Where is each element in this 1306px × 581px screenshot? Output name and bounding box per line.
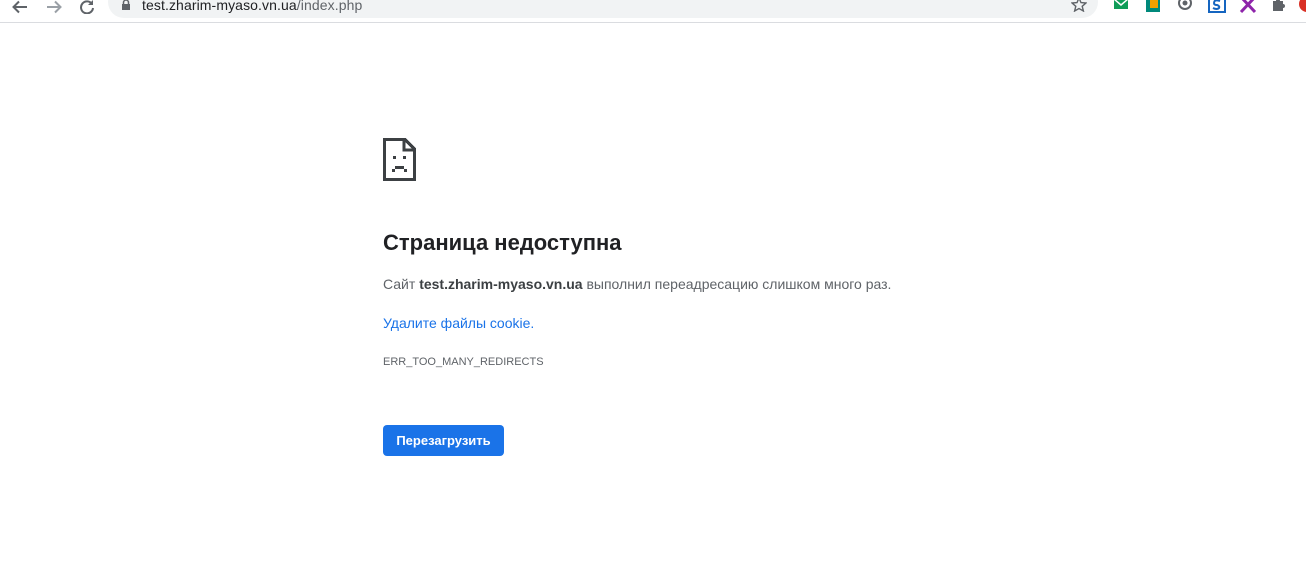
error-summary: Сайт test.zharim-myaso.vn.ua выполнил пе…	[383, 276, 891, 292]
forward-arrow-icon	[47, 0, 62, 14]
summary-suffix: выполнил переадресацию слишком много раз…	[582, 276, 892, 292]
error-title: Страница недоступна	[383, 230, 622, 255]
lock-icon[interactable]	[121, 0, 131, 11]
url-path: /index.php	[296, 0, 363, 13]
url-host: test.zharim-myaso.vn.ua	[142, 0, 297, 13]
reload-icon	[80, 0, 94, 14]
puzzle-icon[interactable]	[1270, 0, 1288, 14]
browser-toolbar: test.zharim-myaso.vn.ua/index.php	[0, 0, 1306, 23]
reload-button[interactable]: Перезагрузить	[383, 425, 504, 456]
star-icon[interactable]	[1071, 0, 1087, 12]
summary-prefix: Сайт	[383, 276, 420, 292]
back-arrow-icon	[12, 0, 27, 14]
back-button[interactable]	[8, 0, 32, 14]
s-extension-icon[interactable]	[1208, 0, 1226, 14]
forward-button[interactable]	[42, 0, 66, 14]
summary-host: test.zharim-myaso.vn.ua	[419, 276, 583, 292]
mail-extension-icon[interactable]	[1112, 0, 1130, 14]
error-code: ERR_TOO_MANY_REDIRECTS	[383, 356, 544, 368]
clear-cookies-link[interactable]: Удалите файлы cookie.	[383, 315, 534, 331]
x-extension-icon[interactable]	[1239, 0, 1257, 14]
address-url[interactable]: test.zharim-myaso.vn.ua/index.php	[142, 0, 362, 13]
profile-avatar-icon[interactable]	[1298, 0, 1306, 14]
sad-page-icon	[383, 138, 416, 181]
reload-page-button[interactable]	[75, 0, 99, 14]
chat-extension-icon[interactable]	[1176, 0, 1194, 14]
bookmark-extension-icon[interactable]	[1144, 0, 1162, 14]
